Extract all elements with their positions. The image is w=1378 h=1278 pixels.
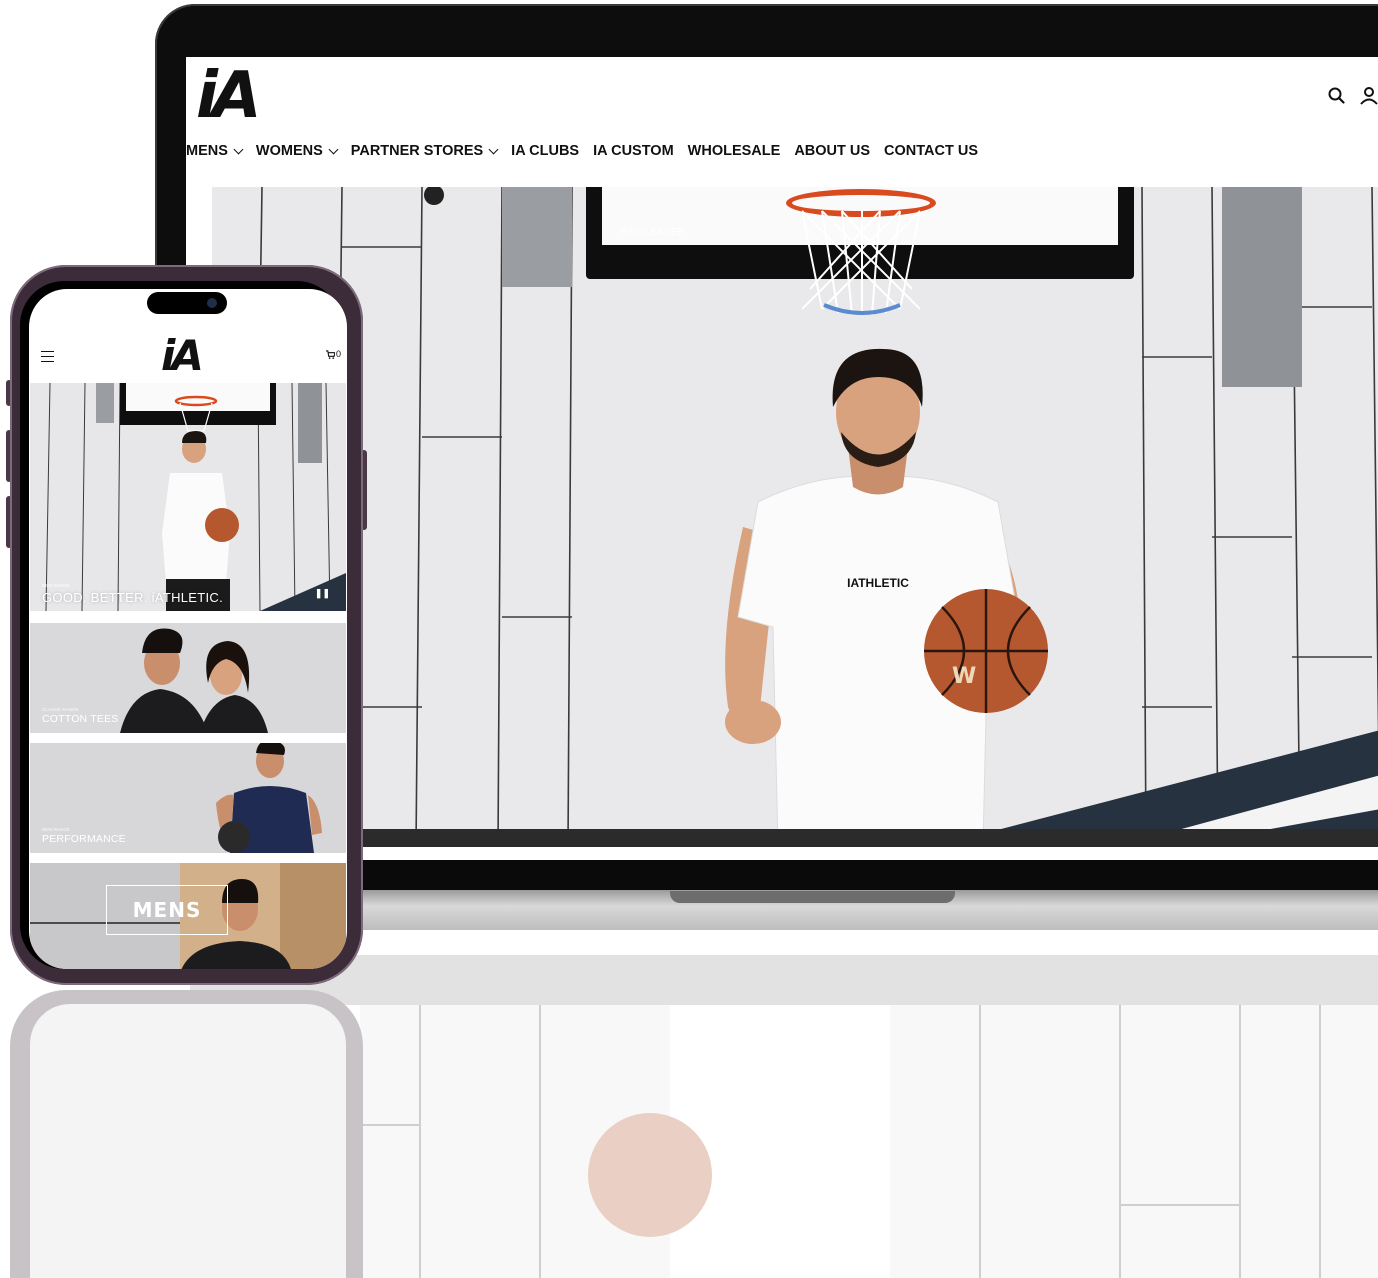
pause-icon[interactable]: ❚❚ (315, 588, 330, 599)
nav-item-partner-stores[interactable]: PARTNER STORES (351, 143, 499, 159)
brand-logo-mobile[interactable]: iA (161, 331, 204, 380)
nav-item-ia-clubs[interactable]: IA CLUBS (511, 143, 579, 159)
chevron-down-icon (328, 144, 339, 154)
reflection-wall (360, 1005, 1378, 1278)
reflection-phone (10, 990, 363, 1278)
main-nav: MENS WOMENS PARTNER STORES IA CLUBS IA C… (186, 143, 992, 159)
card-title: PERFORMANCE (42, 833, 126, 845)
basketball-icon: W (924, 589, 1048, 713)
mobile-hero-photo (30, 383, 346, 611)
nav-item-wholesale[interactable]: WHOLESALE (688, 143, 781, 159)
mobile-hero[interactable]: NEW RANGE GOOD. BETTER. iATHLETIC. ❚❚ (30, 383, 346, 611)
dynamic-island (147, 292, 227, 314)
reflection-band (190, 955, 1378, 1005)
account-icon[interactable] (1358, 85, 1378, 107)
card-eyebrow: CLASSIC RANGE (42, 707, 79, 712)
ball-brand-text: W (952, 664, 976, 689)
nav-item-ia-custom[interactable]: IA CUSTOM (593, 143, 674, 159)
mobile-website: iA 0 NEW RANGE GOOD. BETTER. iATHLETIC. … (29, 289, 347, 969)
mens-button[interactable]: MENS (106, 885, 228, 935)
basketball-net (802, 210, 920, 316)
nav-item-mens[interactable]: MENS (186, 143, 244, 159)
chevron-down-icon (488, 144, 499, 154)
cart-count: 0 (335, 349, 341, 359)
nav-item-womens[interactable]: WOMENS (256, 143, 339, 159)
reflection-tiles (360, 1005, 1321, 1278)
mockup-stage: iA MENS WOMENS PARTNER STORES IA CLUBS I… (0, 0, 1378, 1278)
hamburger-menu-icon[interactable] (41, 351, 54, 362)
nav-item-contact-us[interactable]: CONTACT US (884, 143, 978, 159)
mobile-hero-eyebrow: NEW RANGE (42, 583, 70, 588)
site-header: iA MENS WOMENS PARTNER STORES IA CLUBS I… (186, 57, 1378, 185)
search-icon[interactable] (1326, 85, 1348, 107)
cart-icon (325, 349, 335, 359)
hero-video[interactable]: RINGLEADER IATHLETIC W (212, 187, 1378, 847)
header-icons (1326, 85, 1378, 107)
collection-card-cotton-tees[interactable]: CLASSIC RANGE COTTON TEES (30, 623, 346, 733)
nav-item-about-us[interactable]: ABOUT US (794, 143, 870, 159)
hero-floor (212, 829, 1378, 847)
laptop-notch (670, 891, 955, 903)
mockup-reflection (0, 945, 1378, 1278)
backboard-label: RINGLEADER (620, 227, 686, 238)
mobile-hero-title: GOOD. BETTER. iATHLETIC. (42, 590, 224, 605)
brand-logo[interactable]: iA (196, 59, 262, 133)
mobile-header: iA 0 (29, 319, 347, 383)
chevron-down-icon (233, 144, 244, 154)
card-eyebrow: NEW RANGE (42, 827, 70, 832)
collection-card-mens[interactable]: MENS (30, 863, 346, 969)
camera-icon (207, 298, 217, 308)
cart-button[interactable]: 0 (325, 349, 341, 359)
card-title: COTTON TEES (42, 713, 119, 725)
collection-card-performance[interactable]: NEW RANGE PERFORMANCE (30, 743, 346, 853)
shirt-logo-text: IATHLETIC (847, 576, 909, 590)
